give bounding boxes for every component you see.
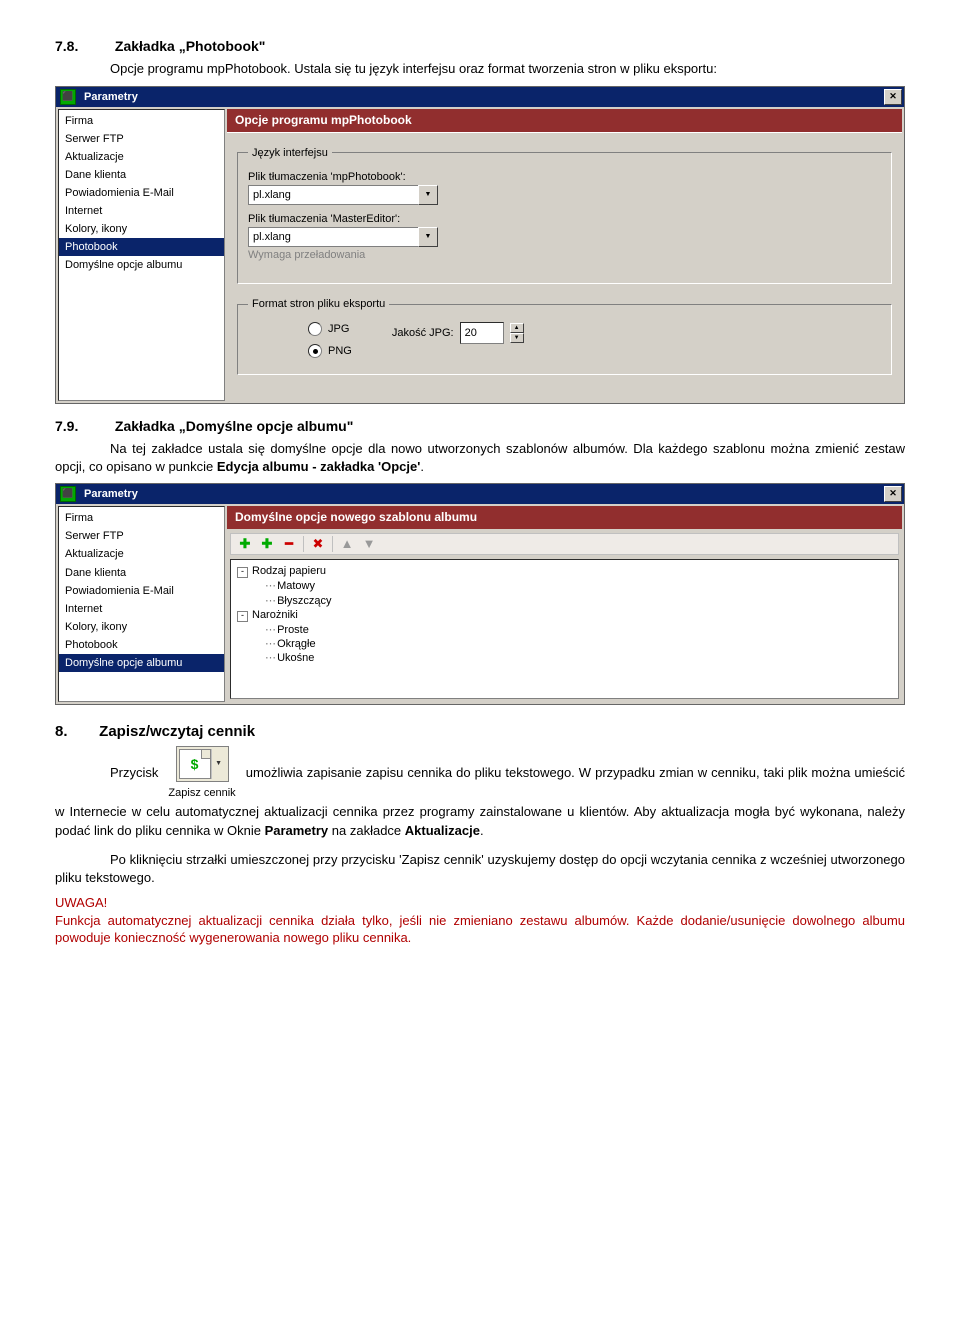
nav-item-dane-klienta[interactable]: Dane klienta (59, 564, 224, 582)
label-jakosc-jpg: Jakość JPG: (392, 327, 454, 339)
nav-item-aktualizacje[interactable]: Aktualizacje (59, 545, 224, 563)
collapse-icon[interactable]: - (237, 567, 248, 578)
group-export-legend: Format stron pliku eksportu (248, 298, 389, 310)
radio-icon (308, 344, 322, 358)
dialog-title-text: Parametry (84, 91, 138, 103)
options-tree[interactable]: -Rodzaj papieru ⋯ Matowy ⋯ Błyszczący -N… (230, 559, 899, 699)
app-icon: ⬛ (60, 89, 76, 105)
dialog-title-text: Parametry (84, 488, 138, 500)
heading-8-title: Zapisz/wczytaj cennik (99, 723, 255, 740)
add-child-icon[interactable]: ✚ (259, 536, 275, 552)
dialog-nav-list: Firma Serwer FTP Aktualizacje Dane klien… (58, 109, 225, 402)
chevron-up-icon[interactable]: ▲ (510, 323, 524, 333)
nav-item-powiadomienia[interactable]: Powiadomienia E-Mail (59, 582, 224, 600)
heading-7-9-index: 7.9. (55, 418, 111, 434)
heading-7-9-title: Zakładka „Domyślne opcje albumu" (115, 418, 354, 434)
dialog-parametry-photobook: ⬛ Parametry ✕ Firma Serwer FTP Aktualiza… (55, 86, 905, 405)
close-icon[interactable]: ✕ (884, 89, 902, 105)
dialog-titlebar: ⬛ Parametry ✕ (56, 484, 904, 504)
heading-8-index: 8. (55, 723, 95, 740)
tree-node-ukosne[interactable]: ⋯ Ukośne (265, 651, 892, 665)
panel-header: Domyślne opcje nowego szablonu albumu (227, 506, 902, 529)
para-7-8: Opcje programu mpPhotobook. Ustala się t… (55, 60, 905, 78)
add-icon[interactable]: ✚ (237, 536, 253, 552)
combo-mpphotobook-input[interactable] (248, 185, 418, 205)
group-jezyk-interfejsu: Język interfejsu Plik tłumaczenia 'mpPho… (237, 147, 892, 284)
group-lang-legend: Język interfejsu (248, 147, 332, 159)
para-8-warning: UWAGA! Funkcja automatycznej aktualizacj… (55, 894, 905, 947)
nav-item-internet[interactable]: Internet (59, 202, 224, 220)
arrow-down-icon[interactable]: ▼ (361, 536, 377, 552)
dialog-nav-list: Firma Serwer FTP Aktualizacje Dane klien… (58, 506, 225, 702)
nav-item-firma[interactable]: Firma (59, 112, 224, 130)
radio-png[interactable]: PNG (308, 344, 352, 358)
nav-item-kolory[interactable]: Kolory, ikony (59, 220, 224, 238)
toolbar-separator (332, 536, 333, 552)
toolbar-separator (303, 536, 304, 552)
para-8-1: Przycisk $ ▼ Zapisz cennik umożliwia zap… (55, 746, 905, 841)
nav-item-domyslne-opcje[interactable]: Domyślne opcje albumu (59, 256, 224, 274)
nav-item-serwer-ftp[interactable]: Serwer FTP (59, 130, 224, 148)
label-reload-note: Wymaga przeładowania (248, 249, 881, 261)
panel-header: Opcje programu mpPhotobook (227, 109, 902, 132)
heading-7-8: 7.8. Zakładka „Photobook" (55, 38, 905, 54)
nav-item-domyslne-opcje[interactable]: Domyślne opcje albumu (59, 654, 224, 672)
nav-item-photobook[interactable]: Photobook (59, 238, 224, 256)
chevron-down-icon[interactable]: ▼ (211, 749, 226, 779)
tree-node-rodzaj-papieru[interactable]: -Rodzaj papieru (237, 564, 892, 579)
dialog-parametry-domyslne: ⬛ Parametry ✕ Firma Serwer FTP Aktualiza… (55, 483, 905, 705)
nav-item-kolory[interactable]: Kolory, ikony (59, 618, 224, 636)
remove-icon[interactable]: ━ (281, 536, 297, 552)
tree-node-blyszczacy[interactable]: ⋯ Błyszczący (265, 594, 892, 608)
nav-item-internet[interactable]: Internet (59, 600, 224, 618)
close-icon[interactable]: ✕ (884, 486, 902, 502)
zapisz-cennik-button[interactable]: $ ▼ Zapisz cennik (168, 746, 235, 802)
nav-item-aktualizacje[interactable]: Aktualizacje (59, 148, 224, 166)
tree-node-matowy[interactable]: ⋯ Matowy (265, 579, 892, 593)
quality-spinner[interactable]: ▲ ▼ (510, 323, 524, 343)
para-7-9: Na tej zakładce ustala się domyślne opcj… (55, 440, 905, 475)
dialog-titlebar: ⬛ Parametry ✕ (56, 87, 904, 107)
heading-7-8-title: Zakładka „Photobook" (115, 38, 266, 54)
heading-8: 8. Zapisz/wczytaj cennik (55, 723, 905, 740)
chevron-down-icon[interactable]: ▼ (418, 227, 438, 247)
nav-item-firma[interactable]: Firma (59, 509, 224, 527)
combo-mastereditor-input[interactable] (248, 227, 418, 247)
tree-node-proste[interactable]: ⋯ Proste (265, 623, 892, 637)
radio-icon (308, 322, 322, 336)
tree-node-narozniki[interactable]: -Narożniki (237, 608, 892, 623)
collapse-icon[interactable]: - (237, 611, 248, 622)
chevron-down-icon[interactable]: ▼ (418, 185, 438, 205)
combo-mastereditor-lang[interactable]: ▼ (248, 227, 438, 247)
delete-icon[interactable]: ✖ (310, 536, 326, 552)
file-dollar-icon: $ (179, 749, 211, 779)
zapisz-cennik-label: Zapisz cennik (168, 782, 235, 802)
nav-item-serwer-ftp[interactable]: Serwer FTP (59, 527, 224, 545)
tree-node-okragle[interactable]: ⋯ Okrągłe (265, 637, 892, 651)
heading-7-8-index: 7.8. (55, 38, 111, 54)
arrow-up-icon[interactable]: ▲ (339, 536, 355, 552)
label-plik-mastereditor: Plik tłumaczenia 'MasterEditor': (248, 213, 881, 225)
app-icon: ⬛ (60, 486, 76, 502)
tree-toolbar: ✚ ✚ ━ ✖ ▲ ▼ (230, 533, 899, 555)
radio-jpg[interactable]: JPG (308, 322, 352, 336)
nav-item-dane-klienta[interactable]: Dane klienta (59, 166, 224, 184)
para-8-2: Po kliknięciu strzałki umieszczonej przy… (55, 851, 905, 886)
group-format-eksportu: Format stron pliku eksportu JPG PNG (237, 298, 892, 375)
chevron-down-icon[interactable]: ▼ (510, 333, 524, 343)
heading-7-9: 7.9. Zakładka „Domyślne opcje albumu" (55, 418, 905, 434)
nav-item-powiadomienia[interactable]: Powiadomienia E-Mail (59, 184, 224, 202)
combo-mpphotobook-lang[interactable]: ▼ (248, 185, 438, 205)
nav-item-photobook[interactable]: Photobook (59, 636, 224, 654)
label-plik-mpphotobook: Plik tłumaczenia 'mpPhotobook': (248, 171, 881, 183)
input-jakosc-jpg[interactable] (460, 322, 504, 344)
